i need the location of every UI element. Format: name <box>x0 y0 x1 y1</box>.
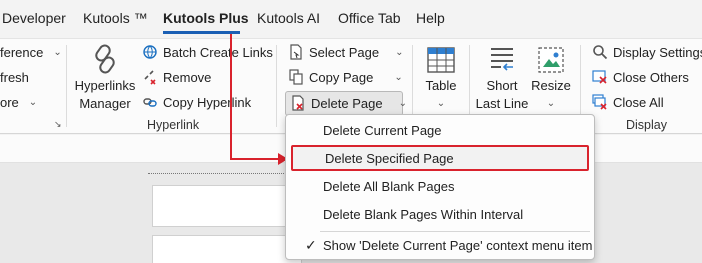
copy-link-icon <box>141 93 159 111</box>
chevron-down-icon: ⌄ <box>53 46 62 58</box>
ribbon-item-ference[interactable]: ference ⌄ <box>0 41 62 63</box>
short-last-line-button[interactable]: Short Last Line <box>474 45 530 113</box>
close-all-button[interactable]: Close All <box>591 91 664 113</box>
ribbon-item-fresh[interactable]: fresh <box>0 66 29 88</box>
magnifier-icon <box>591 43 609 61</box>
delete-page-menu: Delete Current Page Delete Specified Pag… <box>285 114 595 260</box>
tab-office-tab[interactable]: Office Tab <box>338 10 401 26</box>
copy-hyperlink-button[interactable]: Copy Hyperlink <box>141 91 251 113</box>
copy-page-icon <box>287 68 305 86</box>
delete-page-button[interactable]: Delete Page ⌄ <box>289 92 407 114</box>
batch-create-links-button[interactable]: Batch Create Links <box>141 41 273 63</box>
group-separator <box>66 45 67 127</box>
close-all-icon <box>591 93 609 111</box>
document-page[interactable] <box>152 185 302 227</box>
group-separator <box>276 45 277 127</box>
group-label-hyperlink: Hyperlink <box>147 118 200 132</box>
table-button[interactable]: Table ⌄ <box>420 45 462 113</box>
dialog-launcher-icon[interactable]: ↘ <box>54 119 62 130</box>
table-icon <box>427 47 455 73</box>
chain-link-icon <box>95 44 115 74</box>
tab-kutools-plus[interactable]: Kutools Plus <box>163 10 249 26</box>
document-page[interactable] <box>152 235 302 263</box>
select-page-button[interactable]: Select Page ⌄ <box>287 41 404 63</box>
delete-page-icon <box>289 94 307 112</box>
annotation-arrow <box>230 34 232 160</box>
close-others-button[interactable]: Close Others <box>591 66 689 88</box>
ribbon-tab-bar: Developer Kutools ™ Kutools Plus Kutools… <box>0 0 702 38</box>
remove-hyperlink-button[interactable]: Remove <box>141 66 211 88</box>
tab-developer[interactable]: Developer <box>2 10 66 26</box>
menu-item-show-context-menu-item[interactable]: ✓ Show 'Delete Current Page' context men… <box>291 232 592 258</box>
tab-kutools-ai[interactable]: Kutools AI <box>257 10 320 26</box>
chevron-down-icon: ⌄ <box>394 71 403 83</box>
tab-kutools[interactable]: Kutools ™ <box>83 10 148 26</box>
chevron-down-icon: ⌄ <box>398 97 407 109</box>
menu-item-delete-blank-pages-within-interval[interactable]: Delete Blank Pages Within Interval <box>291 201 589 227</box>
chevron-down-icon: ⌄ <box>436 98 446 109</box>
chevron-down-icon: ⌄ <box>546 98 556 109</box>
copy-page-button[interactable]: Copy Page ⌄ <box>287 66 403 88</box>
ruler <box>148 173 298 179</box>
annotation-arrow <box>230 158 280 160</box>
chevron-down-icon: ⌄ <box>28 96 38 108</box>
close-others-icon <box>591 68 609 86</box>
short-last-line-icon <box>491 48 513 71</box>
resize-button[interactable]: Resize ⌄ <box>530 45 572 113</box>
globe-link-icon <box>141 43 159 61</box>
group-label-display: Display <box>626 118 667 132</box>
active-tab-indicator <box>163 31 240 34</box>
hyperlinks-manager-button[interactable]: Hyperlinks Manager <box>74 43 136 113</box>
resize-image-icon <box>538 47 564 73</box>
menu-item-delete-all-blank-pages[interactable]: Delete All Blank Pages <box>291 173 589 199</box>
menu-item-delete-specified-page[interactable]: Delete Specified Page <box>291 145 589 171</box>
broken-link-icon <box>141 68 159 86</box>
menu-item-delete-current-page[interactable]: Delete Current Page <box>291 117 589 143</box>
checkmark-icon: ✓ <box>305 236 317 253</box>
select-page-icon <box>287 43 305 61</box>
tab-help[interactable]: Help <box>416 10 445 26</box>
chevron-down-icon: ⌄ <box>395 46 404 58</box>
ribbon-item-ore[interactable]: ore ⌄ <box>0 91 37 113</box>
display-settings-button[interactable]: Display Settings <box>591 41 702 63</box>
